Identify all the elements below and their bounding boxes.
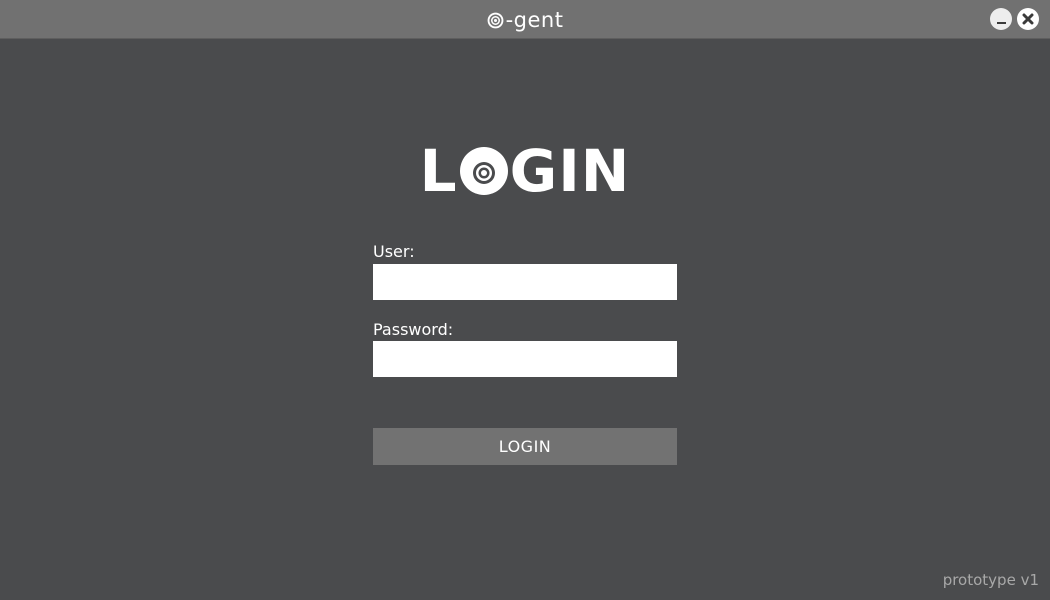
password-label: Password: [373,320,454,339]
login-heading-end: GIN [509,137,631,205]
login-heading: L GIN [0,136,1050,206]
login-heading-start: L [419,137,458,205]
app-title-text: -gent [505,7,564,32]
eye-ring-icon [487,12,503,28]
app-title: -gent [0,0,1050,39]
minimize-icon [996,22,1006,24]
password-input[interactable] [373,341,677,377]
eye-ring-icon [459,147,508,195]
close-button[interactable] [1017,8,1039,30]
minimize-button[interactable] [990,8,1012,30]
version-label: prototype v1 [942,571,1039,589]
close-icon [1022,13,1034,25]
user-input[interactable] [373,264,677,300]
user-label: User: [373,242,415,261]
title-bar[interactable]: -gent [0,0,1050,39]
login-button[interactable]: LOGIN [373,428,677,465]
